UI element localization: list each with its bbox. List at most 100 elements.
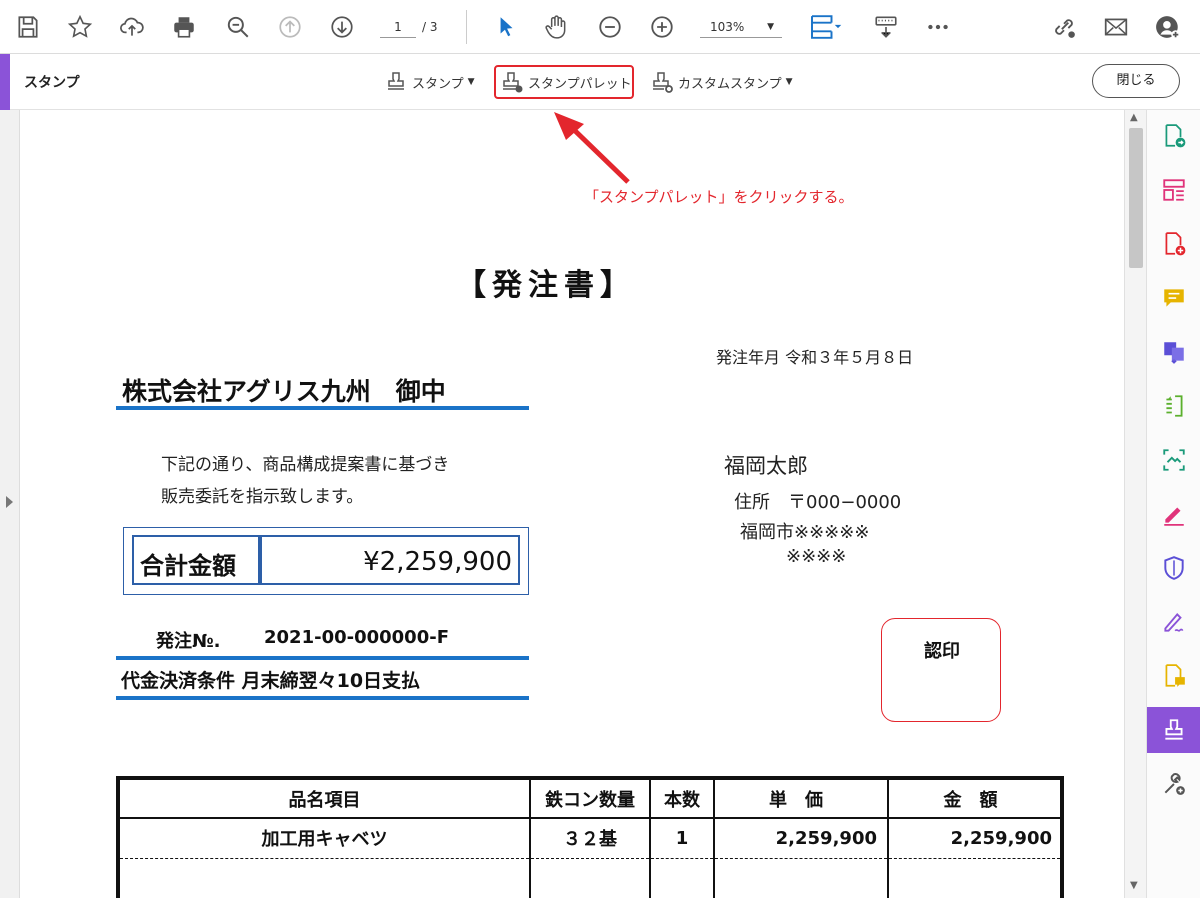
stamp-icon (388, 72, 404, 90)
document-page: 「スタンプパレット」をクリックする。 【発注書】 発注年月 令和３年５月８日 株… (20, 110, 1124, 898)
custom-stamp-button[interactable]: カスタムスタンプ ▼ (650, 66, 793, 98)
table-cell (529, 858, 651, 898)
more-icon[interactable] (922, 12, 954, 42)
table-cell: 加工用キャベツ (117, 818, 531, 859)
payment-terms-underline (116, 696, 529, 700)
comment-icon[interactable] (1147, 278, 1200, 318)
expand-panel-arrow-icon[interactable] (6, 496, 13, 508)
order-date: 発注年月 令和３年５月８日 (716, 348, 914, 367)
page-down-icon[interactable] (326, 12, 358, 42)
select-cursor-icon[interactable] (490, 12, 522, 42)
table-header: 金 額 (887, 778, 1063, 819)
account-icon[interactable] (1152, 12, 1184, 42)
custom-stamp-label: カスタムスタンプ (678, 76, 782, 92)
table-cell: 2,259,900 (713, 818, 889, 859)
recipient-underline (116, 406, 529, 410)
stamp-menu-button[interactable]: スタンプ ▼ (384, 66, 475, 98)
table-cell (887, 858, 1063, 898)
total-amount-inner: 合計金額 ¥2,259,900 (132, 535, 520, 585)
more-tools-icon[interactable] (1147, 764, 1200, 804)
annotation-callout: 「スタンプパレット」をクリックする。 (584, 188, 854, 206)
order-number-underline (116, 656, 529, 660)
protect-shield-icon[interactable] (1147, 548, 1200, 588)
scroll-up-arrow-icon[interactable]: ▲ (1130, 112, 1138, 123)
stamp-menu-label: スタンプ (412, 76, 464, 92)
sender-address-line-3: ※※※※ (786, 546, 847, 567)
main-toolbar: 1 / 3 103% ▼ (0, 0, 1200, 54)
fit-page-icon[interactable] (804, 12, 846, 42)
create-pdf-icon[interactable] (1147, 224, 1200, 264)
document-title: 【発注書】 (456, 268, 636, 303)
fill-sign-icon[interactable] (1147, 494, 1200, 534)
total-amount-box: 合計金額 ¥2,259,900 (123, 527, 529, 595)
stamp-toolbar: スタンプ スタンプ ▼ スタンプパレット カスタムスタンプ ▼ 閉じる (0, 54, 1200, 110)
export-pdf-icon[interactable] (1147, 116, 1200, 156)
zoom-level-dropdown[interactable]: 103% ▼ (700, 16, 782, 38)
right-tools-pane (1146, 110, 1200, 898)
toolbar-divider (466, 10, 467, 44)
email-icon[interactable] (1100, 12, 1132, 42)
table-cell: 1 (649, 818, 715, 859)
left-navigation-panel (0, 110, 20, 898)
table-row: 加工用キャベツ ３２基 1 2,259,900 2,259,900 (117, 818, 1063, 859)
print-icon[interactable] (168, 12, 200, 42)
sender-address-line-2: 福岡市※※※※※ (740, 522, 870, 543)
description-line-2: 販売委託を指示致します。 (161, 487, 364, 507)
scan-ocr-icon[interactable] (1147, 440, 1200, 480)
chevron-down-icon: ▼ (467, 77, 475, 87)
scroll-down-arrow-icon[interactable]: ▼ (1130, 880, 1138, 891)
order-number-value: 2021-00-000000-F (264, 627, 450, 648)
sender-name: 福岡太郎 (724, 454, 808, 478)
table-header-row: 品名項目 鉄コン数量 本数 単 価 金 額 (117, 778, 1063, 819)
bookmark-star-icon[interactable] (64, 12, 96, 42)
table-header: 単 価 (713, 778, 889, 819)
page-total: / 3 (422, 20, 438, 34)
chevron-down-icon: ▼ (785, 77, 793, 87)
zoom-level-value: 103% (710, 20, 745, 34)
read-mode-icon[interactable] (870, 12, 902, 42)
payment-terms: 代金決済条件 月末締翌々10日支払 (121, 670, 421, 692)
table-row (117, 858, 1063, 898)
tool-accent-bar (0, 54, 10, 110)
zoom-in-icon[interactable] (646, 12, 678, 42)
close-tool-button[interactable]: 閉じる (1092, 64, 1180, 98)
zoom-out-icon[interactable] (594, 12, 626, 42)
seal-box: 認印 (881, 618, 1001, 722)
stamp-palette-icon (503, 72, 523, 93)
chevron-down-icon: ▼ (767, 22, 774, 32)
table-cell (117, 858, 531, 898)
stamp-palette-button[interactable]: スタンプパレット (494, 65, 634, 99)
send-comments-icon[interactable] (1147, 656, 1200, 696)
request-signature-icon[interactable] (1147, 602, 1200, 642)
stamp-palette-label: スタンプパレット (528, 76, 632, 92)
stamp-tool-icon[interactable] (1147, 707, 1200, 753)
cloud-upload-icon[interactable] (116, 12, 148, 42)
table-cell: 2,259,900 (887, 818, 1063, 859)
table-header: 本数 (649, 778, 715, 819)
edit-pdf-icon[interactable] (1147, 386, 1200, 426)
total-amount-value: ¥2,259,900 (363, 547, 512, 577)
table-header: 鉄コン数量 (529, 778, 651, 819)
table-cell (713, 858, 889, 898)
total-amount-divider (258, 537, 262, 583)
custom-stamp-icon (653, 72, 673, 93)
stamp-tool-title: スタンプ (24, 75, 80, 91)
vertical-scrollbar[interactable]: ▲ ▼ (1124, 110, 1146, 898)
total-amount-label: 合計金額 (140, 552, 236, 580)
organize-pages-icon[interactable] (1147, 170, 1200, 210)
table-header: 品名項目 (117, 778, 531, 819)
table-cell: ３２基 (529, 818, 651, 859)
hand-tool-icon[interactable] (540, 12, 572, 42)
table-cell (649, 858, 715, 898)
share-link-icon[interactable] (1048, 12, 1080, 42)
page-up-icon[interactable] (274, 12, 306, 42)
sender-address-line-1: 住所 〒000−0000 (734, 492, 902, 513)
combine-files-icon[interactable] (1147, 332, 1200, 372)
scrollbar-thumb[interactable] (1129, 128, 1143, 268)
zoom-search-icon[interactable] (222, 12, 254, 42)
save-icon[interactable] (12, 12, 44, 42)
seal-label: 認印 (924, 641, 960, 662)
order-number-label: 発注№. (156, 631, 221, 652)
page-number-input[interactable]: 1 (380, 16, 416, 38)
description-line-1: 下記の通り、商品構成提案書に基づき (161, 455, 450, 475)
